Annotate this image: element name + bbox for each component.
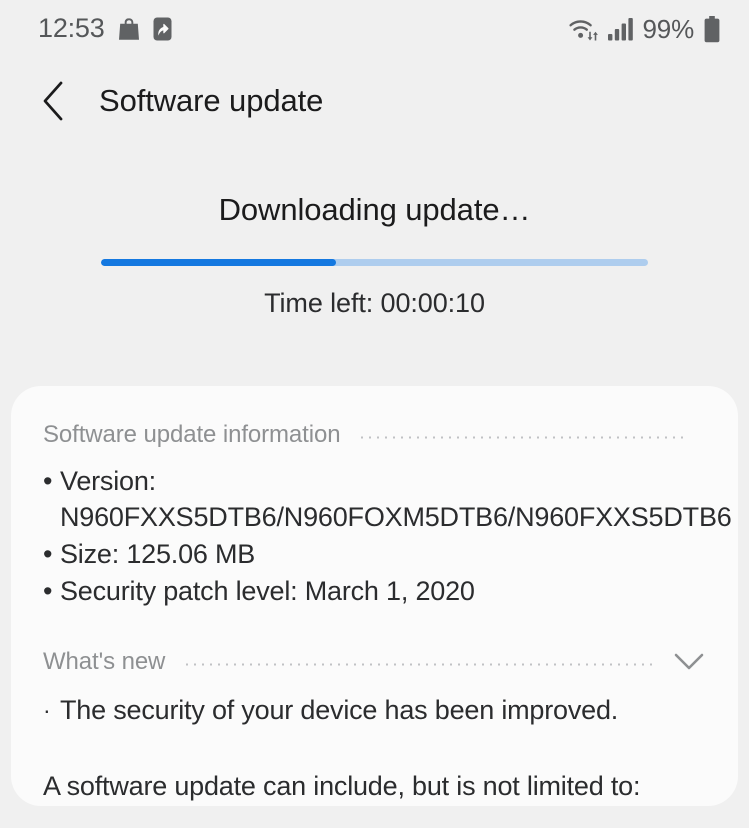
page-title: Software update [99,83,324,118]
list-item: • Security patch level: March 1, 2020 [43,573,706,609]
smart-switch-icon [153,17,172,41]
back-button[interactable] [22,70,84,132]
wifi-transfer-icon [568,16,599,42]
software-update-information-header: Software update information [43,412,706,458]
section-title-whats-new: What's new [43,648,166,675]
bullet-marker: • [43,466,53,496]
download-status-text: Downloading update… [218,192,531,227]
whats-new-header[interactable]: What's new [43,639,706,685]
dotted-divider [183,662,654,666]
battery-icon [703,15,721,43]
download-progress-bar [101,259,648,266]
bullet-marker: • [43,539,53,569]
update-info-list: • Version: N960FXXS5DTB6/N960FOXM5DTB6/N… [43,463,732,609]
version-value: Version: N960FXXS5DTB6/N960FOXM5DTB6/N96… [60,466,732,532]
shopping-bag-icon [118,17,140,41]
status-bar-right: 99% [568,13,721,44]
status-bar-left: 12:53 [38,15,172,43]
dotted-divider [358,435,688,439]
list-item: • Size: 125.06 MB [43,536,706,572]
app-bar: Software update [0,58,749,144]
chevron-down-icon[interactable] [672,645,706,679]
update-scope-paragraph: A software update can include, but is no… [43,771,641,801]
update-info-card: Software update information • Version: N… [11,386,738,806]
chevron-left-icon [41,81,66,121]
time-left-label: Time left: 00:00:10 [264,288,485,318]
status-bar: 12:53 99% [0,0,749,58]
cellular-signal-icon [607,17,634,41]
battery-percent-label: 99% [642,13,695,44]
download-progress-fill [101,259,337,266]
status-clock: 12:53 [38,13,105,43]
section-title-update-info: Software update information [43,421,341,448]
download-progress-area: Downloading update… Time left: 00:00:10 [0,144,749,318]
note-marker: · [43,697,51,723]
bullet-marker: • [43,576,53,606]
list-item: • Version: N960FXXS5DTB6/N960FOXM5DTB6/N… [43,463,732,535]
whats-new-note-text: The security of your device has been imp… [60,695,619,725]
whats-new-note: · The security of your device has been i… [43,692,706,728]
size-value: Size: 125.06 MB [60,539,256,569]
security-patch-value: Security patch level: March 1, 2020 [60,576,475,606]
